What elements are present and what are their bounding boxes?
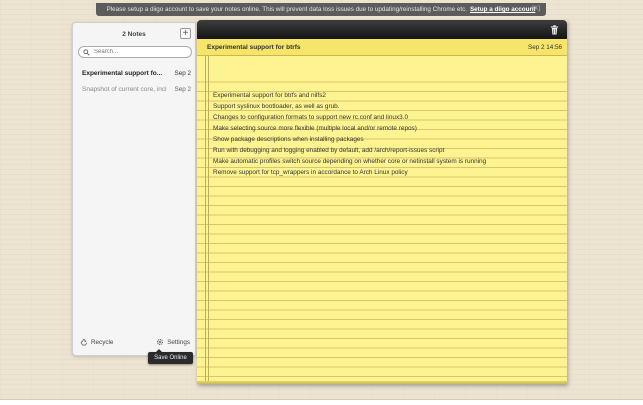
- note-title: Experimental support for btrfs: [207, 43, 301, 51]
- note-paper[interactable]: Experimental support for btrfs Sep 2 14:…: [197, 39, 567, 384]
- gear-icon: [157, 338, 164, 346]
- paper-margin: [205, 56, 209, 382]
- trash-icon[interactable]: [550, 25, 559, 35]
- note-toolbar: [197, 20, 567, 39]
- recycle-icon: [80, 338, 88, 346]
- note-item-date: Sep 2: [174, 85, 191, 93]
- notes-sidebar: 2 Notes + Experimental support fo... Sep…: [72, 22, 196, 356]
- note-line: Show package descriptions when installin…: [213, 136, 364, 143]
- search-input[interactable]: [94, 47, 189, 57]
- save-online-tooltip: Save Online: [148, 349, 193, 364]
- note-line: Changes to configuration formats to supp…: [213, 114, 409, 121]
- settings-button[interactable]: Settings: [156, 338, 190, 346]
- note-line: Experimental support for btrfs and nilfs…: [213, 92, 326, 99]
- add-note-button[interactable]: +: [180, 28, 191, 39]
- note-editor: Experimental support for btrfs Sep 2 14:…: [197, 20, 567, 384]
- note-item-title: Snapshot of current core, incl: [82, 85, 167, 93]
- sidebar-footer: Recycle Settings: [73, 336, 195, 348]
- banner-close-button[interactable]: [X]: [532, 5, 540, 12]
- note-line: Remove support for tcp_wrappers in accor…: [213, 169, 408, 176]
- setup-account-banner: Please setup a diigo account to save you…: [96, 3, 546, 16]
- note-item-title: Experimental support fo...: [82, 69, 163, 77]
- notes-count-title: 2 Notes: [122, 31, 146, 38]
- settings-label: Settings: [167, 338, 190, 346]
- note-line: Make automatic profiles switch source de…: [213, 158, 487, 165]
- recycle-label: Recycle: [91, 338, 114, 346]
- sidebar-header: 2 Notes +: [73, 23, 195, 44]
- notes-list: Experimental support fo... Sep 2 Snapsho…: [73, 65, 195, 97]
- banner-message: Please setup a diigo account to save you…: [106, 6, 467, 13]
- note-line: Make selecting source more flexible (mul…: [213, 125, 417, 132]
- search-icon: [83, 48, 90, 56]
- note-body[interactable]: Experimental support for btrfs and nilfs…: [213, 90, 557, 178]
- note-header: Experimental support for btrfs Sep 2 14:…: [197, 39, 567, 56]
- setup-diigo-account-link[interactable]: Setup a diigo account: [470, 6, 535, 13]
- paper-bottom-edge: [197, 381, 567, 384]
- recycle-button[interactable]: Recycle: [80, 338, 113, 346]
- note-line: Support syslinux bootloader, as well as …: [213, 103, 340, 110]
- note-line: Run with debugging and logging enabled b…: [213, 147, 445, 154]
- note-date: Sep 2 14:56: [528, 43, 562, 51]
- note-item-date: Sep 2: [174, 69, 191, 77]
- search-box[interactable]: [78, 46, 192, 58]
- list-item[interactable]: Experimental support fo... Sep 2: [73, 65, 195, 81]
- window-bottom-frame: [0, 399, 643, 405]
- list-item[interactable]: Snapshot of current core, incl Sep 2: [73, 81, 195, 97]
